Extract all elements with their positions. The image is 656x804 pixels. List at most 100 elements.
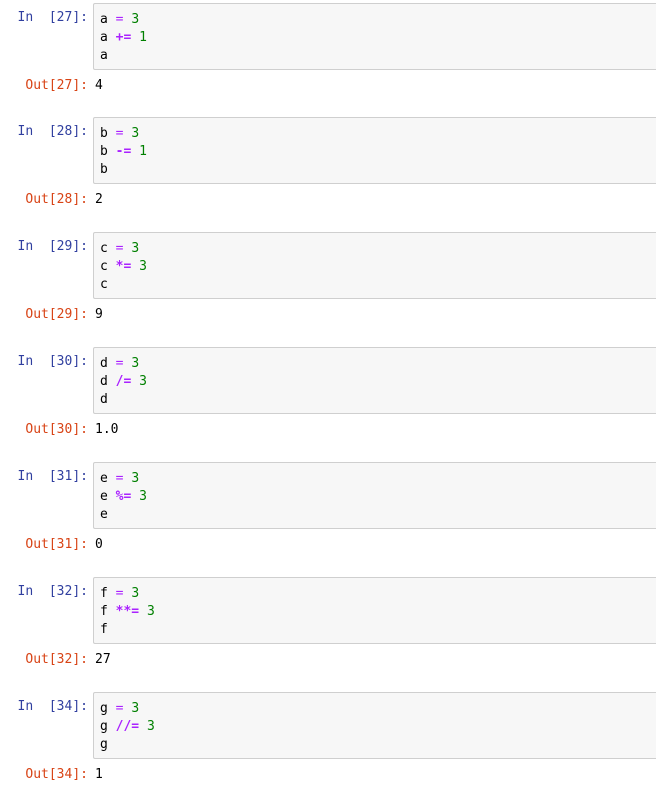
variable-name: e bbox=[100, 507, 108, 522]
number-literal: 3 bbox=[131, 356, 140, 371]
number-literal: 3 bbox=[139, 259, 147, 274]
augmented-operator: *= bbox=[115, 259, 132, 274]
number-literal: 3 bbox=[131, 471, 140, 486]
code-line: c *= 3 bbox=[100, 258, 147, 276]
variable-name: b bbox=[100, 144, 108, 159]
variable-name: e bbox=[100, 489, 108, 504]
output-prompt: Out[34]: bbox=[25, 767, 88, 782]
number-literal: 3 bbox=[131, 241, 140, 256]
code-input-area[interactable]: c = 3 c *= 3 c bbox=[93, 232, 656, 299]
code-line: e %= 3 bbox=[100, 488, 147, 506]
code-line: d bbox=[100, 391, 147, 409]
notebook-cell: In [30]: d = 3 d /= 3 d Out[30]: 1.0 bbox=[0, 344, 656, 459]
input-prompt: In [31]: bbox=[17, 469, 88, 484]
number-literal: 3 bbox=[146, 604, 155, 619]
code-input-area[interactable]: a = 3 a += 1 a bbox=[93, 3, 656, 70]
variable-name: a bbox=[100, 12, 108, 27]
number-literal: 3 bbox=[131, 701, 140, 716]
variable-name: b bbox=[100, 126, 108, 141]
number-literal: 3 bbox=[146, 719, 155, 734]
variable-name: d bbox=[100, 356, 108, 371]
number-literal: 3 bbox=[131, 586, 140, 601]
variable-name: g bbox=[100, 719, 108, 734]
output-prompt: Out[32]: bbox=[25, 652, 88, 667]
output-value: 1.0 bbox=[95, 422, 119, 437]
augmented-operator: //= bbox=[115, 719, 140, 734]
number-literal: 3 bbox=[139, 489, 147, 504]
variable-name: g bbox=[100, 701, 108, 716]
number-literal: 3 bbox=[131, 12, 140, 27]
code-line: b -= 1 bbox=[100, 143, 147, 161]
code-line: b bbox=[100, 161, 147, 179]
output-value: 27 bbox=[95, 652, 111, 667]
code-line: f = 3 bbox=[100, 585, 155, 603]
variable-name: c bbox=[100, 259, 108, 274]
assign-operator: = bbox=[115, 586, 124, 601]
output-value: 2 bbox=[95, 192, 103, 207]
augmented-operator: %= bbox=[115, 489, 132, 504]
augmented-operator: **= bbox=[115, 604, 140, 619]
assign-operator: = bbox=[115, 126, 124, 141]
code-line: e = 3 bbox=[100, 470, 147, 488]
variable-name: e bbox=[100, 471, 108, 486]
number-literal: 1 bbox=[139, 144, 147, 159]
output-prompt: Out[27]: bbox=[25, 78, 88, 93]
augmented-operator: += bbox=[115, 30, 132, 45]
code-line: a bbox=[100, 47, 147, 65]
notebook-cell: In [34]: g = 3 g //= 3 g Out[34]: 1 bbox=[0, 689, 656, 804]
output-prompt: Out[30]: bbox=[25, 422, 88, 437]
variable-name: a bbox=[100, 30, 108, 45]
code-line: a += 1 bbox=[100, 29, 147, 47]
output-prompt: Out[31]: bbox=[25, 537, 88, 552]
variable-name: d bbox=[100, 392, 108, 407]
assign-operator: = bbox=[115, 241, 124, 256]
variable-name: c bbox=[100, 277, 108, 292]
output-prompt: Out[29]: bbox=[25, 307, 88, 322]
code-line: d /= 3 bbox=[100, 373, 147, 391]
code-line: c = 3 bbox=[100, 240, 147, 258]
input-prompt: In [28]: bbox=[17, 124, 88, 139]
code-line: b = 3 bbox=[100, 125, 147, 143]
notebook-cell: In [28]: b = 3 b -= 1 b Out[28]: 2 bbox=[0, 114, 656, 229]
code-input-area[interactable]: f = 3 f **= 3 f bbox=[93, 577, 656, 644]
assign-operator: = bbox=[115, 356, 124, 371]
code-line: g //= 3 bbox=[100, 718, 155, 736]
assign-operator: = bbox=[115, 471, 124, 486]
variable-name: f bbox=[100, 586, 108, 601]
code-line: a = 3 bbox=[100, 11, 147, 29]
augmented-operator: /= bbox=[115, 374, 132, 389]
notebook-cell: In [29]: c = 3 c *= 3 c Out[29]: 9 bbox=[0, 229, 656, 344]
code-input-area[interactable]: d = 3 d /= 3 d bbox=[93, 347, 656, 414]
variable-name: g bbox=[100, 737, 108, 752]
code-line: d = 3 bbox=[100, 355, 147, 373]
number-literal: 1 bbox=[139, 30, 147, 45]
input-prompt: In [29]: bbox=[17, 239, 88, 254]
variable-name: b bbox=[100, 162, 108, 177]
input-prompt: In [32]: bbox=[17, 584, 88, 599]
output-value: 1 bbox=[95, 767, 103, 782]
augmented-operator: -= bbox=[115, 144, 132, 159]
code-line: f **= 3 bbox=[100, 603, 155, 621]
output-prompt: Out[28]: bbox=[25, 192, 88, 207]
output-value: 9 bbox=[95, 307, 103, 322]
number-literal: 3 bbox=[131, 126, 140, 141]
input-prompt: In [27]: bbox=[17, 10, 88, 25]
notebook-cell: In [27]: a = 3 a += 1 a Out[27]: 4 bbox=[0, 0, 656, 115]
input-prompt: In [30]: bbox=[17, 354, 88, 369]
input-prompt: In [34]: bbox=[17, 699, 88, 714]
variable-name: f bbox=[100, 604, 108, 619]
code-line: g = 3 bbox=[100, 700, 155, 718]
variable-name: f bbox=[100, 622, 108, 637]
assign-operator: = bbox=[115, 12, 124, 27]
code-input-area[interactable]: g = 3 g //= 3 g bbox=[93, 692, 656, 759]
code-line: f bbox=[100, 621, 155, 639]
variable-name: a bbox=[100, 48, 108, 63]
code-line: e bbox=[100, 506, 147, 524]
code-line: c bbox=[100, 276, 147, 294]
code-input-area[interactable]: b = 3 b -= 1 b bbox=[93, 117, 656, 184]
code-line: g bbox=[100, 736, 155, 754]
code-input-area[interactable]: e = 3 e %= 3 e bbox=[93, 462, 656, 529]
output-value: 0 bbox=[95, 537, 103, 552]
assign-operator: = bbox=[115, 701, 124, 716]
notebook-cell: In [32]: f = 3 f **= 3 f Out[32]: 27 bbox=[0, 574, 656, 689]
